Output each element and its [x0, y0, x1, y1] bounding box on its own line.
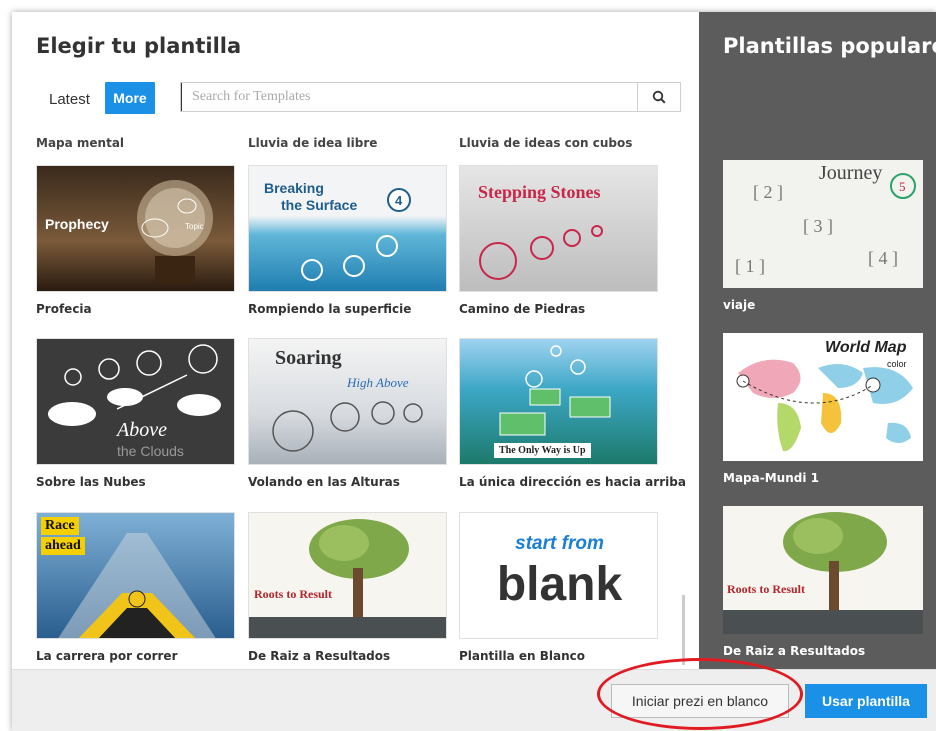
svg-text:[ 2 ]: [ 2 ] [753, 182, 783, 202]
thumb-title: The Only Way is Up [494, 443, 591, 458]
popular-title: Plantillas populares [723, 34, 936, 58]
scrollbar[interactable] [682, 595, 685, 665]
template-thumbnail[interactable]: Roots to Result [248, 512, 447, 639]
template-thumbnail[interactable]: Stepping Stones [459, 165, 658, 292]
template-label: De Raiz a Resultados [248, 649, 391, 663]
template-thumbnail[interactable]: 5 [ 2 ] [ 3 ] [ 1 ] [ 4 ] Journey [723, 160, 923, 288]
template-label: La carrera por correr [36, 649, 178, 663]
template-card-volando[interactable]: Soaring High Above Volando en las Altura… [248, 338, 447, 489]
search-box [180, 82, 681, 112]
svg-text:[ 4 ]: [ 4 ] [868, 248, 898, 268]
template-label: Rompiendo la superficie [248, 302, 412, 316]
thumb-title: Roots to Result [727, 582, 805, 596]
thumb-title: Above [117, 419, 167, 441]
thumb-title: Breaking [264, 180, 324, 196]
template-dialog: Elegir tu plantilla Latest More Mapa men… [12, 12, 936, 731]
thumb-title: start from [515, 533, 604, 554]
template-grid: Mapa mental Lluvia de idea libre Lluvia … [12, 132, 688, 669]
thumb-subtitle: the Surface [281, 197, 358, 213]
template-thumbnail[interactable]: 4 Breaking the Surface [248, 165, 447, 292]
svg-text:4: 4 [395, 193, 403, 208]
search-input[interactable] [181, 83, 637, 111]
template-label: La única dirección es hacia arriba [459, 475, 686, 489]
dialog-title: Elegir tu plantilla [36, 34, 242, 58]
template-label: Mapa mental [36, 136, 125, 150]
popular-card-mapamundi[interactable]: World Map color Mapa-Mundi 1 [723, 333, 923, 485]
thumb-title: Stepping Stones [478, 182, 601, 202]
thumb-title: Journey [819, 162, 883, 184]
template-thumbnail[interactable]: Prophecy Topic [36, 165, 235, 292]
template-thumbnail[interactable]: World Map color [723, 333, 923, 461]
template-card-carrera[interactable]: Race ahead La carrera por correr [36, 512, 235, 663]
search-icon [652, 90, 666, 104]
template-card-profecia[interactable]: Prophecy Topic Profecia [36, 165, 235, 316]
template-thumbnail[interactable]: Above the Clouds [36, 338, 235, 465]
thumb-title: Roots to Result [254, 587, 332, 601]
template-thumbnail[interactable]: The Only Way is Up [459, 338, 658, 465]
thumb-title: Soaring [275, 347, 342, 369]
template-label: Camino de Piedras [459, 302, 586, 316]
popular-card-raiz[interactable]: Roots to Result De Raiz a Resultados [723, 506, 923, 658]
template-label: Volando en las Alturas [248, 475, 400, 489]
popular-card-viaje[interactable]: 5 [ 2 ] [ 3 ] [ 1 ] [ 4 ] Journey viaje [723, 160, 923, 312]
template-thumbnail[interactable]: Roots to Result [723, 506, 923, 634]
tab-latest[interactable]: Latest [49, 91, 90, 108]
popular-templates-panel: Plantillas populares 5 [ 2 ] [ 3 ] [ 1 ]… [699, 12, 936, 669]
search-button[interactable] [637, 83, 680, 111]
template-thumbnail[interactable]: start from blank [459, 512, 658, 639]
svg-text:[ 1 ]: [ 1 ] [735, 256, 765, 276]
template-card-nubes[interactable]: Above the Clouds Sobre las Nubes [36, 338, 235, 489]
thumb-subtitle: High Above [347, 375, 409, 390]
svg-text:5: 5 [899, 179, 906, 194]
thumb-title: Race [41, 517, 79, 535]
template-card-camino[interactable]: Stepping Stones Camino de Piedras [459, 165, 658, 316]
thumb-subtitle: the Clouds [117, 443, 184, 459]
template-label: Sobre las Nubes [36, 475, 146, 489]
template-thumbnail[interactable]: Soaring High Above [248, 338, 447, 465]
dialog-footer: Iniciar prezi en blanco Usar plantilla [12, 669, 936, 731]
thumb-title: World Map [825, 339, 907, 356]
use-template-button[interactable]: Usar plantilla [805, 684, 927, 718]
template-card-raiz[interactable]: Roots to Result De Raiz a Resultados [248, 512, 447, 663]
template-card-rompiendo[interactable]: 4 Breaking the Surface Rompiendo la supe… [248, 165, 447, 316]
popular-label: viaje [723, 298, 756, 312]
thumb-subtitle: color [887, 359, 907, 369]
template-label: Lluvia de ideas con cubos [459, 136, 633, 150]
template-label: Plantilla en Blanco [459, 649, 586, 663]
template-label: Lluvia de idea libre [248, 136, 378, 150]
svg-text:[ 3 ]: [ 3 ] [803, 216, 833, 236]
tab-more[interactable]: More [105, 82, 155, 114]
template-label: Profecia [36, 302, 92, 316]
template-thumbnail[interactable]: Race ahead [36, 512, 235, 639]
template-card-blanco[interactable]: start from blank Plantilla en Blanco [459, 512, 658, 663]
thumb-subtitle: Topic [185, 222, 204, 231]
popular-label: De Raiz a Resultados [723, 644, 866, 658]
template-card-arriba[interactable]: The Only Way is Up La única dirección es… [459, 338, 686, 489]
start-blank-button[interactable]: Iniciar prezi en blanco [611, 684, 789, 718]
thumb-subtitle: blank [496, 558, 623, 611]
thumb-title: Prophecy [45, 216, 109, 232]
popular-label: Mapa-Mundi 1 [723, 471, 819, 485]
thumb-subtitle: ahead [41, 537, 85, 555]
template-chooser-panel: Elegir tu plantilla Latest More Mapa men… [12, 12, 699, 669]
